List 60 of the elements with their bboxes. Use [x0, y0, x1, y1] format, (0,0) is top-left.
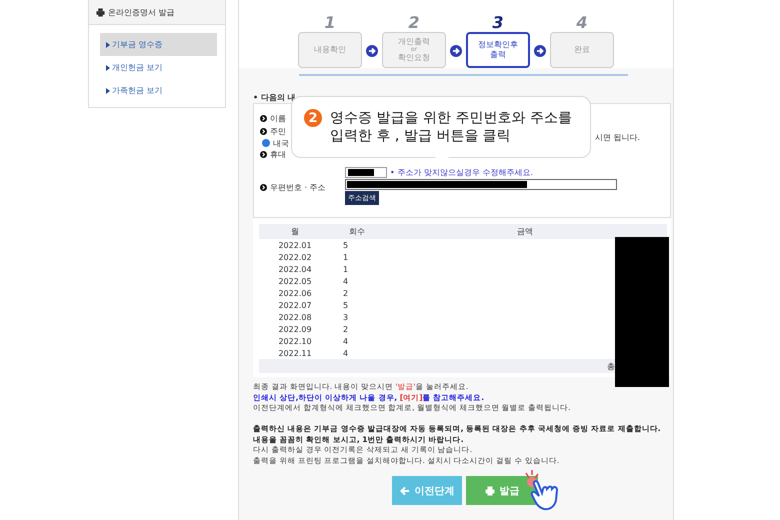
note-text: 시면 됩니다.	[595, 132, 640, 143]
table-cell: 2022.01	[259, 239, 331, 251]
table-cell: 5	[331, 239, 383, 251]
redaction-bar	[348, 169, 374, 176]
step-number: 1	[324, 14, 336, 32]
table-cell-text: 5	[342, 300, 350, 311]
address-field[interactable]	[345, 179, 617, 190]
triangle-icon	[106, 88, 110, 94]
table-cell-text: 4	[342, 276, 350, 287]
arrow-icon	[260, 128, 267, 135]
table-cell: 4	[331, 347, 383, 359]
field-label: 우편번호 · 주소	[270, 182, 326, 192]
column-header: 월	[259, 224, 331, 239]
sidebar-item[interactable]: 개인헌금 보기	[100, 56, 217, 79]
arrow-icon	[534, 45, 546, 57]
table-cell: 2022.11	[259, 347, 331, 359]
sidebar-item[interactable]: 가족헌금 보기	[100, 79, 217, 102]
step-box: 완료	[550, 32, 614, 68]
table-cell-text: 2022.05	[277, 276, 313, 287]
table-cell-text: 2022.08	[277, 312, 313, 323]
step-box: 내용확인	[298, 32, 362, 68]
arrow-icon	[366, 45, 378, 57]
triangle-icon	[106, 64, 110, 70]
table-cell-text: 1	[342, 252, 350, 263]
table-cell-text: 2022.09	[277, 324, 313, 335]
sidebar-title: 온라인증명서 발급	[108, 6, 175, 18]
column-header: 금액	[383, 224, 667, 239]
step-number: 4	[576, 14, 588, 32]
arrow-icon	[260, 115, 267, 122]
table-cell-text: 1	[342, 264, 350, 275]
radio-label: 내국	[273, 138, 289, 148]
step-number: 2	[408, 14, 420, 32]
table-cell-text: 2022.04	[277, 264, 313, 275]
radio-button[interactable]	[262, 139, 270, 147]
arrow-icon	[450, 45, 462, 57]
arrow-icon	[400, 486, 410, 496]
step-badge: 2	[304, 109, 322, 127]
step-number: 3	[492, 14, 504, 32]
step-box: 정보확인후 출력	[466, 32, 530, 68]
table-cell-text: 4	[342, 336, 350, 347]
printer-icon	[96, 8, 105, 16]
table-cell-text: 2022.06	[277, 288, 313, 299]
arrow-icon	[260, 151, 267, 158]
field-label: 주민	[270, 126, 286, 137]
sidebar-item[interactable]: 기부금 영수증	[100, 33, 217, 56]
zip-field[interactable]	[345, 167, 387, 178]
table-cell-text: 2022.10	[277, 336, 313, 347]
table-cell-text: 2	[342, 288, 350, 299]
printer-icon	[484, 486, 494, 496]
arrow-icon	[260, 184, 267, 190]
table-cell-text: 2	[342, 324, 350, 335]
table-cell-text: 2022.07	[277, 300, 313, 311]
field-label: 휴대	[270, 149, 286, 160]
hint-text: • 주소가 맞지않으실경우 수정해주세요.	[390, 167, 533, 178]
column-header: 회수	[331, 224, 383, 239]
field-label: 이름	[270, 113, 286, 124]
table-cell-text: 2022.02	[277, 252, 313, 263]
table-cell-text: 3	[342, 312, 350, 323]
triangle-icon	[106, 42, 110, 48]
callout-text: 영수증 발급을 위한 주민번호와 주소를 입력한 후 , 발급 버튼을 클릭	[330, 109, 572, 145]
